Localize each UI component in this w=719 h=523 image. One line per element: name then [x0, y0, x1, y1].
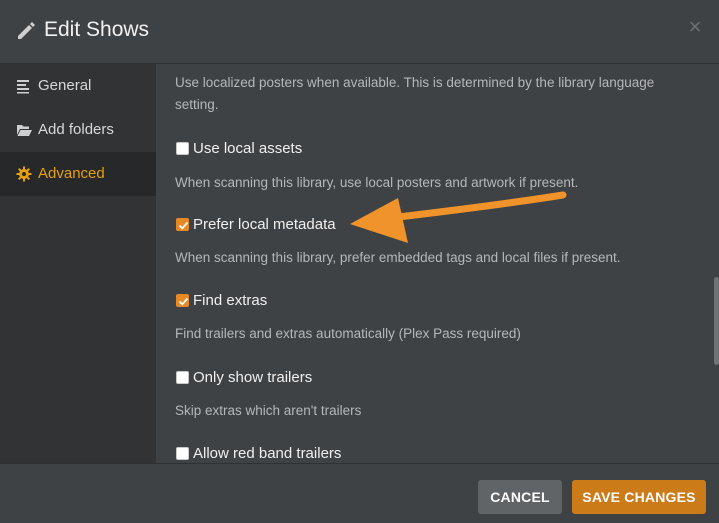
dialog-footer: CANCEL SAVE CHANGES: [0, 463, 719, 523]
dialog-header: Edit Shows ×: [0, 0, 719, 64]
option-description: When scanning this library, use local po…: [175, 175, 579, 190]
pencil-icon: [18, 22, 35, 39]
sidebar-item-advanced[interactable]: Advanced: [0, 152, 156, 196]
dialog-title: Edit Shows: [44, 18, 150, 41]
sidebar: General Add folders Advanced: [0, 64, 156, 463]
sidebar-item-add-folders[interactable]: Add folders: [0, 108, 156, 152]
option-description: When scanning this library, prefer embed…: [175, 250, 621, 265]
save-changes-button[interactable]: SAVE CHANGES: [572, 480, 706, 514]
close-icon[interactable]: ×: [685, 16, 705, 38]
checkbox-box[interactable]: [176, 371, 189, 384]
option-description: Find trailers and extras automatically (…: [175, 326, 521, 341]
cancel-button[interactable]: CANCEL: [478, 480, 562, 514]
option-label: Prefer local metadata: [193, 216, 336, 233]
sidebar-item-label: Add folders: [38, 121, 114, 138]
option-description: Skip extras which aren't trailers: [175, 403, 362, 418]
option-label: Use local assets: [193, 140, 303, 157]
option-label: Only show trailers: [193, 369, 313, 386]
intro-description: Use localized posters when available. Th…: [175, 75, 655, 112]
checkbox-box[interactable]: [176, 142, 189, 155]
scrollbar-thumb[interactable]: [714, 277, 719, 365]
sidebar-item-label: General: [38, 77, 92, 94]
option-label: Allow red band trailers: [193, 445, 342, 462]
list-icon: [17, 80, 29, 94]
gear-icon: [16, 166, 32, 182]
sidebar-item-general[interactable]: General: [0, 64, 156, 108]
sidebar-item-label: Advanced: [38, 165, 105, 182]
settings-panel[interactable]: Use localized posters when available. Th…: [156, 64, 719, 463]
checkbox-box[interactable]: [176, 294, 189, 307]
checkbox-box[interactable]: [176, 218, 189, 231]
option-label: Find extras: [193, 292, 268, 309]
folder-open-icon: [17, 125, 32, 136]
checkbox-box[interactable]: [176, 447, 189, 460]
